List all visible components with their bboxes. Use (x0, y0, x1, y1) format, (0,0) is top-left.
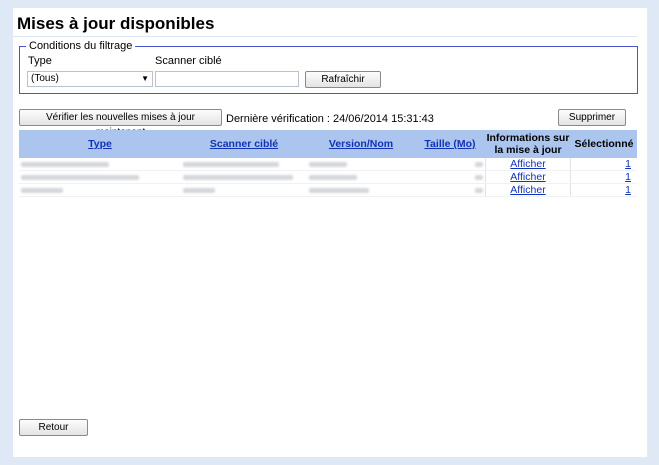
redacted-text (21, 174, 139, 180)
redacted-text (183, 174, 293, 180)
redacted-text (309, 161, 347, 167)
type-label: Type (28, 55, 52, 67)
updates-table: Type Scanner ciblé Version/Nom Taille (M… (19, 130, 637, 197)
redacted-text (21, 161, 109, 167)
redacted-text (475, 187, 483, 193)
table-header: Type Scanner ciblé Version/Nom Taille (M… (19, 130, 637, 158)
chevron-down-icon: ▼ (141, 74, 149, 83)
redacted-text (21, 187, 63, 193)
redacted-text (475, 174, 483, 180)
redacted-text (309, 187, 369, 193)
selected-link[interactable]: 1 (625, 184, 631, 196)
redacted-text (183, 187, 215, 193)
back-button[interactable]: Retour (19, 419, 88, 436)
col-version[interactable]: Version/Nom (307, 130, 415, 158)
redacted-text (309, 174, 357, 180)
redacted-text (183, 161, 279, 167)
selected-link[interactable]: 1 (625, 171, 631, 183)
redacted-text (475, 161, 483, 167)
delete-button[interactable]: Supprimer (558, 109, 626, 126)
type-select-value: (Tous) (31, 73, 59, 84)
table-row: Afficher 1 (19, 184, 637, 197)
col-scanner[interactable]: Scanner ciblé (181, 130, 307, 158)
table-row: Afficher 1 (19, 171, 637, 184)
check-updates-button[interactable]: Vérifier les nouvelles mises à jour main… (19, 109, 222, 138)
scanner-input[interactable] (155, 71, 299, 87)
view-info-link[interactable]: Afficher (510, 184, 545, 196)
col-type[interactable]: Type (19, 130, 181, 158)
col-size[interactable]: Taille (Mo) (415, 130, 485, 158)
filter-legend: Conditions du filtrage (29, 40, 133, 52)
last-check-text: Dernière vérification : 24/06/2014 15:31… (226, 113, 434, 125)
page-title: Mises à jour disponibles (13, 13, 637, 37)
col-selected: Sélectionné (574, 138, 634, 150)
selected-link[interactable]: 1 (625, 158, 631, 170)
refresh-button[interactable]: Rafraîchir (305, 71, 381, 88)
type-select[interactable]: (Tous) ▼ (27, 71, 153, 87)
scanner-label: Scanner ciblé (155, 55, 222, 67)
view-info-link[interactable]: Afficher (510, 158, 545, 170)
view-info-link[interactable]: Afficher (510, 171, 545, 183)
table-row: Afficher 1 (19, 158, 637, 171)
col-info: Informations sur la mise à jour (486, 132, 570, 156)
